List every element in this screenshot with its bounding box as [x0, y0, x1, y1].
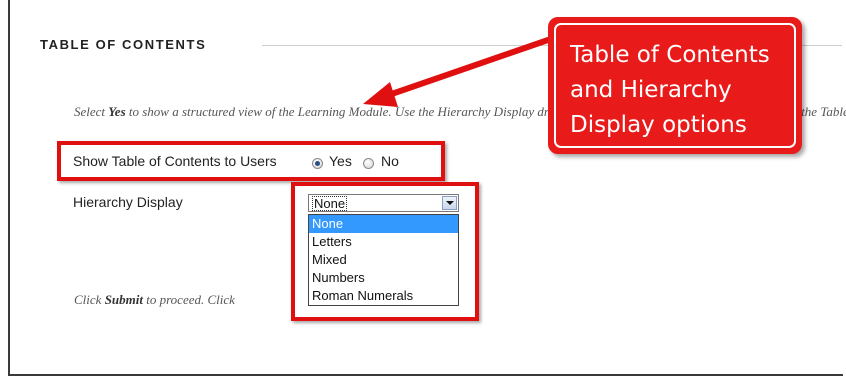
callout-line-1: Table of Contents [570, 42, 770, 68]
callout-line-2: and Hierarchy [570, 77, 732, 103]
callout-line-3: Display options [570, 112, 747, 138]
annotation-callout: Table of Contents and Hierarchy Display … [548, 17, 802, 154]
